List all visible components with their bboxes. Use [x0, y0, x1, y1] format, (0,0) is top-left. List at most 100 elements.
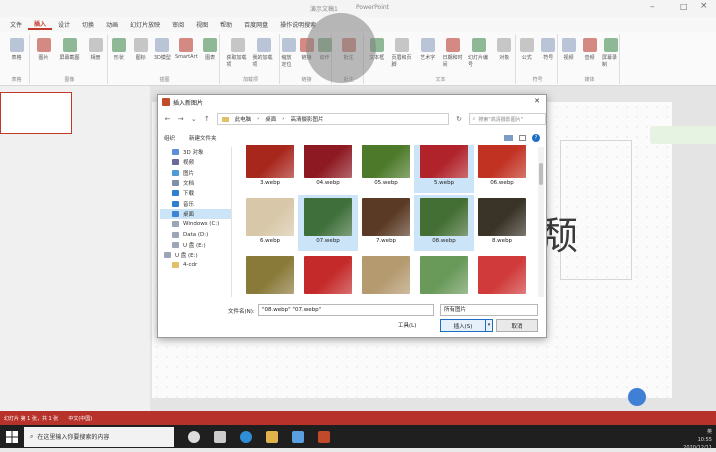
- folder-search-input[interactable]: ⌕ 搜索"高清摄影图片": [468, 113, 546, 125]
- cancel-button[interactable]: 取消: [496, 319, 538, 332]
- new-folder-button[interactable]: 新建文件夹: [189, 134, 217, 142]
- file-item[interactable]: [298, 253, 358, 297]
- ribbon-button-label: 艺术字: [420, 55, 436, 61]
- ribbon-button[interactable]: 对象: [494, 38, 516, 61]
- ribbon-button[interactable]: 公式: [518, 38, 536, 61]
- recent-chevron-icon[interactable]: ⌄: [190, 115, 197, 123]
- ribbon-button[interactable]: 图标: [132, 38, 150, 61]
- tab-design[interactable]: 设计: [52, 20, 76, 29]
- nav-item[interactable]: 文档: [160, 178, 231, 188]
- file-item[interactable]: 07.webp: [298, 195, 358, 251]
- breadcrumb-desktop[interactable]: 桌面: [265, 115, 276, 123]
- ribbon-button[interactable]: 屏幕截图: [59, 38, 81, 61]
- taskbar-search[interactable]: ⌕ 在这里输入你要搜索的内容: [24, 426, 174, 447]
- file-item[interactable]: 06.webp: [472, 145, 532, 193]
- ribbon-button[interactable]: 页眉和页脚: [392, 38, 414, 68]
- file-item[interactable]: [356, 253, 416, 297]
- slide-thumbnail[interactable]: [0, 92, 72, 134]
- ribbon-button[interactable]: 缩放定位: [281, 38, 296, 68]
- ribbon-button[interactable]: 幻灯片编号: [468, 38, 490, 68]
- ribbon-button[interactable]: 获取加载项: [227, 38, 249, 68]
- insert-dropdown-icon[interactable]: ▾: [485, 319, 493, 332]
- scrollbar-thumb[interactable]: [539, 163, 543, 185]
- task-view-icon[interactable]: [214, 430, 226, 443]
- nav-item[interactable]: U 盘 (E:): [160, 240, 231, 250]
- ribbon-button-label: 屏幕录制: [602, 55, 618, 68]
- breadcrumb-this-pc[interactable]: 此电脑: [235, 115, 252, 123]
- view-options-icon[interactable]: [504, 135, 513, 141]
- dialog-close-icon[interactable]: ✕: [532, 96, 542, 106]
- store-icon[interactable]: [292, 430, 304, 443]
- ribbon-button[interactable]: 图表: [201, 38, 219, 61]
- system-tray[interactable]: 英 10:55 2020/12/11: [683, 428, 712, 452]
- ribbon-button[interactable]: 艺术字: [417, 38, 439, 61]
- help-icon[interactable]: ?: [532, 134, 540, 142]
- floating-assistant-button[interactable]: [628, 388, 646, 406]
- file-item[interactable]: 5.webp: [414, 145, 474, 193]
- nav-item[interactable]: 视频: [160, 157, 231, 167]
- file-explorer-icon[interactable]: [266, 430, 278, 443]
- ribbon-button[interactable]: 符号: [540, 38, 558, 61]
- ribbon-button[interactable]: 屏幕录制: [602, 38, 619, 68]
- ribbon-button[interactable]: 日期和时间: [443, 38, 465, 68]
- forward-arrow-icon[interactable]: →: [177, 115, 184, 123]
- up-arrow-icon[interactable]: ↑: [203, 115, 210, 123]
- tools-menu[interactable]: 工具(L): [398, 321, 416, 329]
- tab-review[interactable]: 审阅: [166, 20, 190, 29]
- tab-animations[interactable]: 动画: [100, 20, 124, 29]
- file-item[interactable]: 08.webp: [414, 195, 474, 251]
- file-item[interactable]: 04.webp: [298, 145, 358, 193]
- address-bar[interactable]: 此电脑 › 桌面 › 高清摄影图片: [216, 113, 450, 125]
- ribbon-button[interactable]: 我的加载项: [253, 38, 275, 68]
- nav-item[interactable]: 下载: [160, 188, 231, 198]
- tab-slideshow[interactable]: 幻灯片放映: [124, 20, 166, 29]
- nav-item[interactable]: 图片: [160, 168, 231, 178]
- file-type-select[interactable]: 所有图片: [440, 304, 538, 316]
- nav-item[interactable]: U 盘 (E:): [160, 250, 231, 260]
- nav-item[interactable]: 4-cdr: [160, 260, 231, 270]
- tab-file[interactable]: 文件: [4, 20, 28, 29]
- ribbon-button[interactable]: 视频: [560, 38, 577, 61]
- nav-item[interactable]: 音乐: [160, 198, 231, 208]
- ribbon-button[interactable]: 音频: [581, 38, 598, 61]
- file-item[interactable]: 6.webp: [240, 195, 300, 251]
- ribbon-button[interactable]: 形状: [110, 38, 128, 61]
- insert-button[interactable]: 插入(S): [440, 319, 486, 332]
- maximize-icon[interactable]: □: [680, 2, 688, 11]
- ribbon-button[interactable]: 3D模型: [154, 38, 172, 61]
- edge-icon[interactable]: [240, 430, 252, 443]
- nav-item[interactable]: 桌面: [160, 208, 231, 220]
- file-item[interactable]: 8.webp: [472, 195, 532, 251]
- ribbon-button[interactable]: 图片: [33, 38, 55, 61]
- windows-start-icon[interactable]: [4, 429, 20, 445]
- organize-button[interactable]: 组织: [164, 134, 175, 142]
- nav-item[interactable]: 3D 对象: [160, 147, 231, 157]
- ribbon-button[interactable]: 相册: [85, 38, 107, 61]
- ribbon-button[interactable]: 表格: [6, 38, 28, 61]
- back-arrow-icon[interactable]: ←: [164, 115, 171, 123]
- side-panel-tab[interactable]: [650, 126, 716, 144]
- minimize-icon[interactable]: –: [650, 2, 655, 12]
- nav-item[interactable]: Windows (C:): [160, 219, 231, 229]
- cortana-icon[interactable]: [188, 430, 200, 443]
- file-item[interactable]: 7.webp: [356, 195, 416, 251]
- tab-transitions[interactable]: 切换: [76, 20, 100, 29]
- close-icon[interactable]: ×: [700, 1, 708, 11]
- ime-indicator[interactable]: 英: [707, 429, 712, 435]
- tab-insert[interactable]: 插入: [28, 19, 53, 30]
- ribbon-button[interactable]: SmartArt: [175, 38, 198, 60]
- file-item[interactable]: [240, 253, 300, 297]
- powerpoint-icon[interactable]: [318, 430, 330, 443]
- file-item[interactable]: [414, 253, 474, 297]
- tab-view[interactable]: 视图: [190, 20, 214, 29]
- filename-input[interactable]: "08.webp" "07.webp": [258, 304, 434, 316]
- preview-pane-icon[interactable]: [519, 135, 526, 141]
- nav-item[interactable]: Data (D:): [160, 229, 231, 239]
- file-item[interactable]: 3.webp: [240, 145, 300, 193]
- tab-help[interactable]: 帮助: [214, 20, 238, 29]
- file-item[interactable]: 05.webp: [356, 145, 416, 193]
- tab-baidu-netdisk[interactable]: 百度网盘: [238, 20, 274, 29]
- refresh-icon[interactable]: ↻: [455, 115, 462, 123]
- breadcrumb-folder[interactable]: 高清摄影图片: [291, 115, 324, 123]
- file-item[interactable]: [472, 253, 532, 297]
